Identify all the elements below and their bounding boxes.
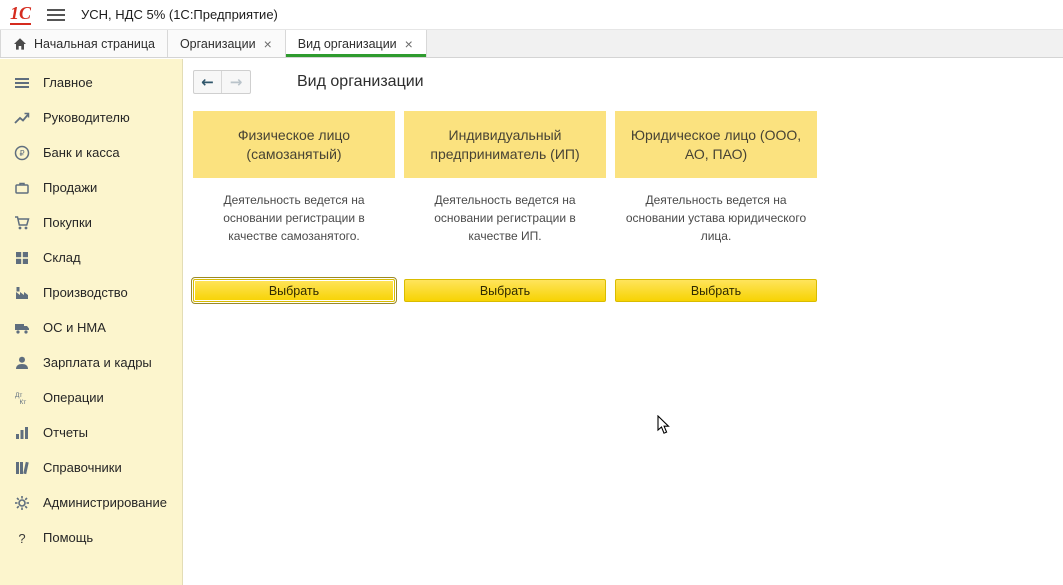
sidebar-item-purchases[interactable]: Покупки <box>0 205 182 240</box>
sidebar-item-help[interactable]: ? Помощь <box>0 520 182 555</box>
sidebar-item-reports[interactable]: Отчеты <box>0 415 182 450</box>
sidebar-item-label: Главное <box>43 75 93 90</box>
app-title: УСН, НДС 5% (1С:Предприятие) <box>81 7 278 22</box>
tab-label: Начальная страница <box>34 37 155 51</box>
organization-type-cards: Физическое лицо (самозанятый) Деятельнос… <box>193 111 1053 302</box>
tab-close-icon[interactable]: × <box>404 37 414 51</box>
sidebar: Главное Руководителю ₽ Банк и касса Прод… <box>0 59 183 585</box>
svg-text:Кт: Кт <box>19 399 26 406</box>
sidebar-item-payroll-hr[interactable]: Зарплата и кадры <box>0 345 182 380</box>
bar-chart-icon <box>13 425 30 441</box>
sidebar-item-warehouse[interactable]: Склад <box>0 240 182 275</box>
truck-icon <box>13 320 30 336</box>
card-description: Деятельность ведется на основании регист… <box>193 191 395 279</box>
sidebar-item-label: Продажи <box>43 180 97 195</box>
trend-chart-icon <box>13 110 30 126</box>
tab-home[interactable]: Начальная страница <box>0 30 168 57</box>
history-nav-group: ← → <box>193 70 251 94</box>
sidebar-item-production[interactable]: Производство <box>0 275 182 310</box>
svg-text:₽: ₽ <box>19 149 24 158</box>
card-legal-entity: Юридическое лицо (ООО, АО, ПАО) Деятельн… <box>615 111 817 302</box>
select-button-self-employed[interactable]: Выбрать <box>193 279 395 302</box>
tab-label: Организации <box>180 37 256 51</box>
briefcase-icon <box>13 180 30 196</box>
shopping-cart-icon <box>13 215 30 231</box>
card-title: Юридическое лицо (ООО, АО, ПАО) <box>615 111 817 178</box>
sidebar-item-label: Справочники <box>43 460 122 475</box>
back-button[interactable]: ← <box>194 71 222 93</box>
svg-text:Дт: Дт <box>15 392 22 399</box>
gear-icon <box>13 495 30 511</box>
select-button-entrepreneur[interactable]: Выбрать <box>404 279 606 302</box>
ruble-circle-icon: ₽ <box>13 145 30 161</box>
question-icon: ? <box>13 530 30 546</box>
svg-text:?: ? <box>18 531 25 546</box>
page-title: Вид организации <box>297 73 424 91</box>
sidebar-item-label: Покупки <box>43 215 92 230</box>
tab-close-icon[interactable]: × <box>263 37 273 51</box>
sidebar-item-label: Отчеты <box>43 425 88 440</box>
sidebar-item-label: Зарплата и кадры <box>43 355 152 370</box>
card-individual-entrepreneur: Индивидуальный предприниматель (ИП) Деят… <box>404 111 606 302</box>
sidebar-item-manager[interactable]: Руководителю <box>0 100 182 135</box>
menu-list-icon <box>13 75 30 91</box>
tab-bar: Начальная страница Организации × Вид орг… <box>0 30 1063 58</box>
forward-button[interactable]: → <box>222 71 250 93</box>
sidebar-item-directories[interactable]: Справочники <box>0 450 182 485</box>
debit-credit-icon: ДтКт <box>13 390 30 406</box>
card-title: Индивидуальный предприниматель (ИП) <box>404 111 606 178</box>
sidebar-item-label: Помощь <box>43 530 93 545</box>
card-description: Деятельность ведется на основании регист… <box>426 191 584 279</box>
books-icon <box>13 460 30 476</box>
factory-icon <box>13 285 30 301</box>
sidebar-item-fixed-assets[interactable]: ОС и НМА <box>0 310 182 345</box>
home-icon <box>13 37 27 51</box>
sidebar-item-label: Склад <box>43 250 81 265</box>
sidebar-item-label: Производство <box>43 285 128 300</box>
boxes-grid-icon <box>13 250 30 266</box>
sidebar-item-administration[interactable]: Администрирование <box>0 485 182 520</box>
sidebar-item-label: Администрирование <box>43 495 167 510</box>
sidebar-item-bank-cash[interactable]: ₽ Банк и касса <box>0 135 182 170</box>
main-menu-button[interactable] <box>47 8 65 22</box>
main-content: ← → Вид организации Физическое лицо (сам… <box>183 59 1063 585</box>
sidebar-item-label: Операции <box>43 390 104 405</box>
sidebar-item-operations[interactable]: ДтКт Операции <box>0 380 182 415</box>
1c-logo: 1С <box>10 4 31 25</box>
tab-organizations[interactable]: Организации × <box>168 30 286 57</box>
sidebar-item-sales[interactable]: Продажи <box>0 170 182 205</box>
tab-organization-type[interactable]: Вид организации × <box>286 30 427 57</box>
card-title: Физическое лицо (самозанятый) <box>193 111 395 178</box>
sidebar-item-label: Руководителю <box>43 110 130 125</box>
select-button-legal-entity[interactable]: Выбрать <box>615 279 817 302</box>
card-description: Деятельность ведется на основании устава… <box>615 191 817 279</box>
sidebar-item-label: Банк и касса <box>43 145 120 160</box>
sidebar-item-main[interactable]: Главное <box>0 65 182 100</box>
person-icon <box>13 355 30 371</box>
hamburger-icon <box>47 8 65 22</box>
sidebar-item-label: ОС и НМА <box>43 320 106 335</box>
tab-label: Вид организации <box>298 37 397 51</box>
titlebar: 1С УСН, НДС 5% (1С:Предприятие) <box>0 0 1063 30</box>
card-individual-self-employed: Физическое лицо (самозанятый) Деятельнос… <box>193 111 395 302</box>
